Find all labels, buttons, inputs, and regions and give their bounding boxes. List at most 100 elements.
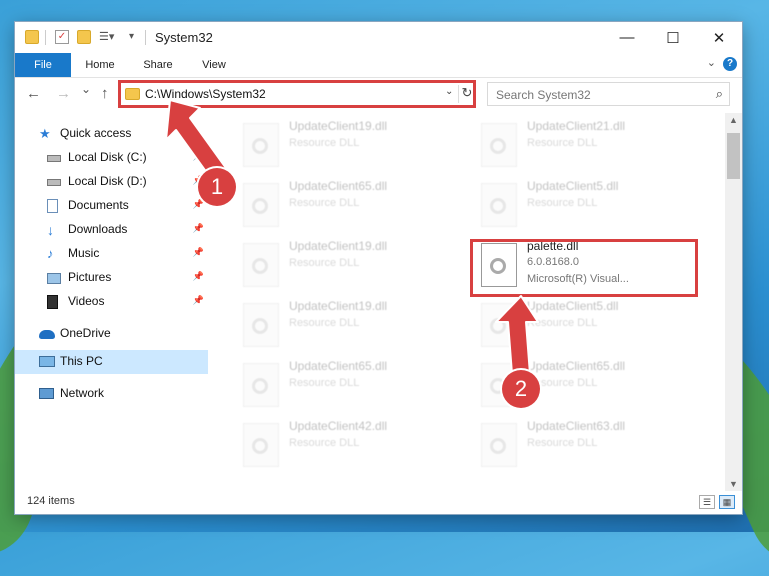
tab-share[interactable]: Share: [137, 53, 179, 77]
file-name: UpdateClient65.dll: [527, 359, 626, 373]
file-description: Resource DLL: [289, 257, 360, 269]
explorer-window: ✓ ☰▾ ▾ System32 — ☐ ✕ File Home Share Vi…: [15, 22, 742, 514]
drive-icon: [47, 179, 61, 186]
star-icon: ★: [39, 126, 51, 141]
pin-icon[interactable]: 📌: [193, 151, 204, 162]
nav-item-label: Videos: [68, 294, 105, 308]
file-description: Resource DLL: [289, 317, 360, 329]
videos-icon: [47, 295, 58, 309]
file-item[interactable]: UpdateClient19.dll Resource DLL: [233, 297, 461, 353]
details-view-icon[interactable]: ☰: [699, 495, 715, 509]
back-button[interactable]: ←: [26, 85, 41, 102]
file-name: UpdateClient5.dll: [527, 179, 619, 193]
scroll-up-icon[interactable]: ▲: [729, 115, 738, 125]
search-input[interactable]: Search System32: [496, 88, 591, 102]
nav-item-label: OneDrive: [60, 326, 111, 340]
dll-file-icon: [243, 183, 279, 227]
pin-icon[interactable]: 📌: [193, 247, 204, 258]
pin-icon[interactable]: 📌: [193, 295, 204, 306]
music-icon: ♪: [47, 246, 54, 261]
divider: [45, 30, 46, 45]
file-description: Resource DLL: [289, 197, 360, 209]
file-list: UpdateClient19.dll Resource DLL UpdateCl…: [223, 113, 725, 491]
close-button[interactable]: ✕: [696, 22, 742, 53]
file-item[interactable]: UpdateClient5.dll Resource DLL: [471, 297, 699, 353]
dll-file-icon: [481, 123, 517, 167]
file-name: UpdateClient21.dll: [527, 119, 626, 133]
up-button[interactable]: ↑: [101, 85, 109, 102]
nav-item-label: This PC: [60, 354, 103, 368]
step-1-marker: 1: [198, 168, 236, 206]
drive-icon: [47, 155, 61, 162]
documents-icon: [47, 199, 58, 213]
recent-locations-button[interactable]: ⌄: [81, 82, 91, 96]
file-item[interactable]: UpdateClient21.dll Resource DLL: [471, 117, 699, 173]
tab-home[interactable]: Home: [79, 53, 121, 77]
dll-file-icon: [243, 423, 279, 467]
tab-file[interactable]: File: [15, 53, 71, 77]
file-description: Resource DLL: [289, 437, 360, 449]
file-name: UpdateClient42.dll: [289, 419, 388, 433]
tiles-view-icon[interactable]: ▦: [719, 495, 735, 509]
file-item[interactable]: UpdateClient19.dll Resource DLL: [233, 237, 461, 293]
nav-item-local-disk-c[interactable]: Local Disk (C:) 📌: [15, 146, 208, 170]
dll-file-icon: [481, 183, 517, 227]
quick-access-dropdown-icon[interactable]: ▾: [129, 30, 143, 44]
file-item[interactable]: UpdateClient5.dll Resource DLL: [471, 177, 699, 233]
title-bar: ✓ ☰▾ ▾ System32 — ☐ ✕: [15, 22, 742, 53]
vertical-scrollbar[interactable]: ▲ ▼: [725, 113, 742, 491]
item-count: 124 items: [27, 495, 75, 507]
scroll-down-icon[interactable]: ▼: [729, 479, 738, 489]
navigation-pane: ★ Quick access Local Disk (C:) 📌 Local D…: [15, 113, 208, 491]
file-item[interactable]: UpdateClient19.dll Resource DLL: [233, 117, 461, 173]
nav-item-label: Local Disk (D:): [68, 174, 147, 188]
tab-view[interactable]: View: [193, 53, 235, 77]
search-box[interactable]: Search System32 ⌕: [487, 82, 730, 106]
new-folder-icon[interactable]: [77, 30, 91, 44]
nav-item-quick-access[interactable]: ★ Quick access: [15, 122, 208, 146]
nav-item-documents[interactable]: Documents 📌: [15, 194, 208, 218]
ribbon: File Home Share View ⌄ ?: [15, 53, 742, 78]
file-description: Resource DLL: [527, 197, 598, 209]
nav-item-videos[interactable]: Videos 📌: [15, 290, 208, 314]
maximize-button[interactable]: ☐: [650, 22, 696, 53]
file-item[interactable]: UpdateClient65.dll Resource DLL: [233, 357, 461, 413]
dll-file-icon: [243, 363, 279, 407]
pictures-icon: [47, 273, 61, 284]
file-item[interactable]: UpdateClient42.dll Resource DLL: [233, 417, 461, 473]
nav-item-local-disk-d[interactable]: Local Disk (D:) 📌: [15, 170, 208, 194]
nav-item-network[interactable]: Network: [15, 382, 208, 406]
help-button[interactable]: ?: [723, 57, 737, 71]
scrollbar-thumb[interactable]: [727, 133, 740, 179]
nav-item-pictures[interactable]: Pictures 📌: [15, 266, 208, 290]
properties-icon[interactable]: ✓: [55, 30, 69, 44]
nav-item-label: Pictures: [68, 270, 112, 284]
divider: [145, 30, 146, 45]
pin-icon[interactable]: 📌: [193, 199, 204, 210]
file-item[interactable]: UpdateClient65.dll Resource DLL: [233, 177, 461, 233]
file-name: UpdateClient5.dll: [527, 299, 619, 313]
pin-icon[interactable]: 📌: [193, 271, 204, 282]
file-description: Resource DLL: [289, 377, 360, 389]
nav-item-downloads[interactable]: ↓ Downloads 📌: [15, 218, 208, 242]
address-bar-highlight: [118, 80, 476, 108]
file-name: UpdateClient19.dll: [289, 119, 388, 133]
downloads-icon: ↓: [47, 222, 54, 238]
dll-file-icon: [243, 243, 279, 287]
nav-item-onedrive[interactable]: OneDrive: [15, 322, 208, 346]
expand-ribbon-icon[interactable]: ⌄: [707, 56, 716, 69]
file-name: UpdateClient19.dll: [289, 239, 388, 253]
minimize-button[interactable]: —: [604, 22, 650, 53]
pin-icon[interactable]: 📌: [193, 223, 204, 234]
nav-item-music[interactable]: ♪ Music 📌: [15, 242, 208, 266]
nav-item-label: Network: [60, 386, 105, 400]
dll-file-icon: [481, 423, 517, 467]
window-title: System32: [155, 30, 213, 45]
network-icon: [39, 388, 54, 399]
computer-icon: [39, 356, 55, 367]
file-item[interactable]: UpdateClient63.dll Resource DLL: [471, 417, 699, 473]
file-description: Resource DLL: [527, 317, 598, 329]
forward-button[interactable]: →: [56, 85, 71, 102]
customize-toolbar-icon[interactable]: ☰▾: [99, 30, 114, 44]
nav-item-this-pc[interactable]: This PC: [15, 350, 208, 374]
